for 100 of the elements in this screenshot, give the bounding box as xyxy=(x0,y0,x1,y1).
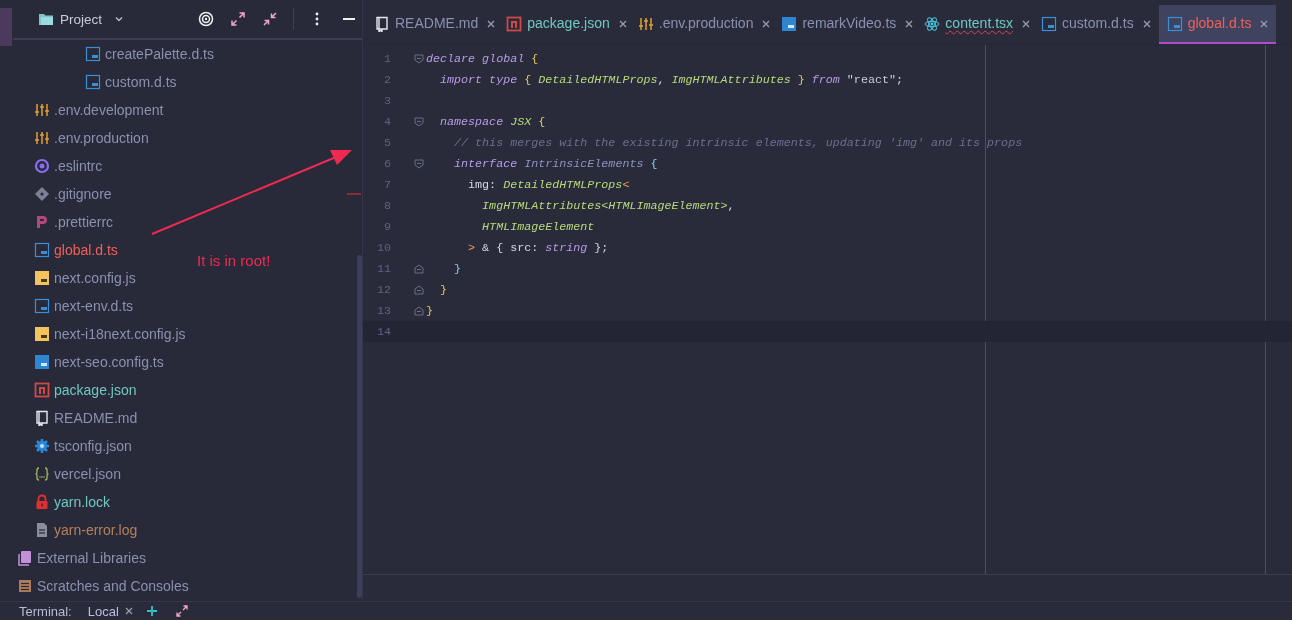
collapse-icon[interactable] xyxy=(262,11,278,27)
file-name[interactable]: .gitignore xyxy=(54,186,112,202)
line-number: 5 xyxy=(383,135,391,150)
file-name[interactable]: tsconfig.json xyxy=(54,438,132,454)
code-line: interface IntrinsicElements { xyxy=(453,156,658,171)
scrollbar[interactable] xyxy=(357,255,362,598)
ts-file-icon xyxy=(34,354,50,370)
line-number: 1 xyxy=(383,51,391,66)
line-number: 9 xyxy=(383,219,391,234)
close-icon[interactable] xyxy=(124,607,133,615)
code-line: } xyxy=(439,282,448,297)
line-number: 13 xyxy=(375,303,391,318)
file-name[interactable]: Scratches and Consoles xyxy=(37,578,189,594)
editor-tab[interactable]: README.md xyxy=(371,5,504,44)
editor-tab[interactable]: global.d.ts xyxy=(1158,5,1277,44)
fold-marker-icon[interactable] xyxy=(414,116,424,127)
sliders-icon xyxy=(637,15,654,32)
folder-icon xyxy=(38,11,54,27)
file-name[interactable]: README.md xyxy=(54,410,138,426)
file-name[interactable]: next-env.d.ts xyxy=(54,298,134,314)
file-name[interactable]: next-seo.config.ts xyxy=(54,354,164,370)
padlock-icon xyxy=(34,494,50,510)
ts-file-icon xyxy=(1041,15,1058,32)
file-name[interactable]: custom.d.ts xyxy=(105,74,177,90)
ts-file-icon xyxy=(85,74,101,90)
terminal-tab[interactable]: Local xyxy=(87,603,133,619)
ts-file-icon xyxy=(34,298,50,314)
file-name[interactable]: vercel.json xyxy=(54,466,121,482)
fold-marker-icon[interactable] xyxy=(414,263,424,274)
file-name[interactable]: .eslintrc xyxy=(54,158,103,174)
expand-icon[interactable] xyxy=(230,11,246,27)
code-line: > & { src: string }; xyxy=(467,240,609,255)
line-number: 3 xyxy=(383,93,391,108)
fold-marker-icon[interactable] xyxy=(414,158,424,169)
diamond-icon xyxy=(34,186,50,202)
close-icon[interactable] xyxy=(1260,19,1269,28)
file-name[interactable]: yarn-error.log xyxy=(54,522,138,538)
file-name[interactable]: createPalette.d.ts xyxy=(105,46,214,62)
close-icon[interactable] xyxy=(618,19,627,28)
line-number: 12 xyxy=(375,282,391,297)
line-number: 7 xyxy=(383,177,391,192)
sliders-icon xyxy=(34,102,50,118)
code-line: img: DetailedHTMLProps< xyxy=(467,177,630,192)
js-file-icon xyxy=(34,270,50,286)
editor-tab[interactable]: remarkVideo.ts xyxy=(778,5,922,44)
file-name[interactable]: next.config.js xyxy=(54,270,136,286)
line-number: 14 xyxy=(375,324,391,339)
close-icon[interactable] xyxy=(1022,19,1031,28)
expand-icon[interactable] xyxy=(175,605,188,617)
ts-file-icon xyxy=(781,15,798,32)
books-icon xyxy=(17,550,33,566)
fold-marker-icon[interactable] xyxy=(414,53,424,64)
book-icon xyxy=(34,410,50,426)
fold-marker-icon[interactable] xyxy=(414,305,424,316)
code-line: declare global { xyxy=(426,51,539,66)
target-icon[interactable] xyxy=(198,11,214,27)
ts-file-icon xyxy=(85,46,101,62)
editor-tab[interactable]: custom.d.ts xyxy=(1038,5,1159,44)
book-icon xyxy=(374,15,390,32)
code-line: HTMLImageElement xyxy=(481,219,595,234)
close-icon[interactable] xyxy=(487,19,496,28)
chevron-down-icon[interactable] xyxy=(114,14,125,24)
atom-icon xyxy=(924,15,941,32)
editor-tab[interactable]: package.json xyxy=(503,5,635,44)
code-line: ImgHTMLAttributes<HTMLImageElement>, xyxy=(481,198,735,213)
js-file-icon xyxy=(34,326,50,342)
line-number: 4 xyxy=(383,114,391,129)
notepad-icon xyxy=(17,578,33,594)
ts-file-icon xyxy=(34,242,50,258)
npm-icon xyxy=(34,382,50,398)
code-line: } xyxy=(453,261,462,276)
line-number: 6 xyxy=(383,156,391,171)
file-name[interactable]: .env.production xyxy=(54,130,149,146)
change-marker xyxy=(346,193,362,195)
file-name[interactable]: next-i18next.config.js xyxy=(54,326,186,342)
close-icon[interactable] xyxy=(1142,19,1151,28)
npm-icon xyxy=(506,15,523,32)
code-line: namespace JSX { xyxy=(439,114,546,129)
close-icon[interactable] xyxy=(905,19,914,28)
code-line: import type { DetailedHTMLProps, ImgHTMLAttributes } from "react"; xyxy=(439,72,903,87)
line-number: 2 xyxy=(383,72,391,87)
editor-tab[interactable]: content.tsx xyxy=(921,5,1039,44)
file-name[interactable]: .prettierrc xyxy=(54,214,114,230)
panel-title[interactable]: Project xyxy=(60,11,103,27)
add-icon[interactable] xyxy=(145,605,158,617)
terminal-label: Terminal: xyxy=(19,603,72,619)
file-name[interactable]: package.json xyxy=(54,382,137,398)
line-number: 8 xyxy=(383,198,391,213)
file-name[interactable]: yarn.lock xyxy=(54,494,111,510)
file-name[interactable]: External Libraries xyxy=(37,550,146,566)
p-shape-icon xyxy=(34,214,50,230)
close-icon[interactable] xyxy=(762,19,771,28)
fold-marker-icon[interactable] xyxy=(414,284,424,295)
gear-icon xyxy=(34,438,50,454)
document-icon xyxy=(34,522,50,538)
editor-tab[interactable]: .env.production xyxy=(634,5,779,44)
file-name[interactable]: global.d.ts xyxy=(54,242,118,258)
braces-icon xyxy=(34,466,50,482)
code-line: // this merges with the existing intrinsic elements, updating 'img' and its props xyxy=(453,135,1023,150)
file-name[interactable]: .env.development xyxy=(54,102,164,118)
